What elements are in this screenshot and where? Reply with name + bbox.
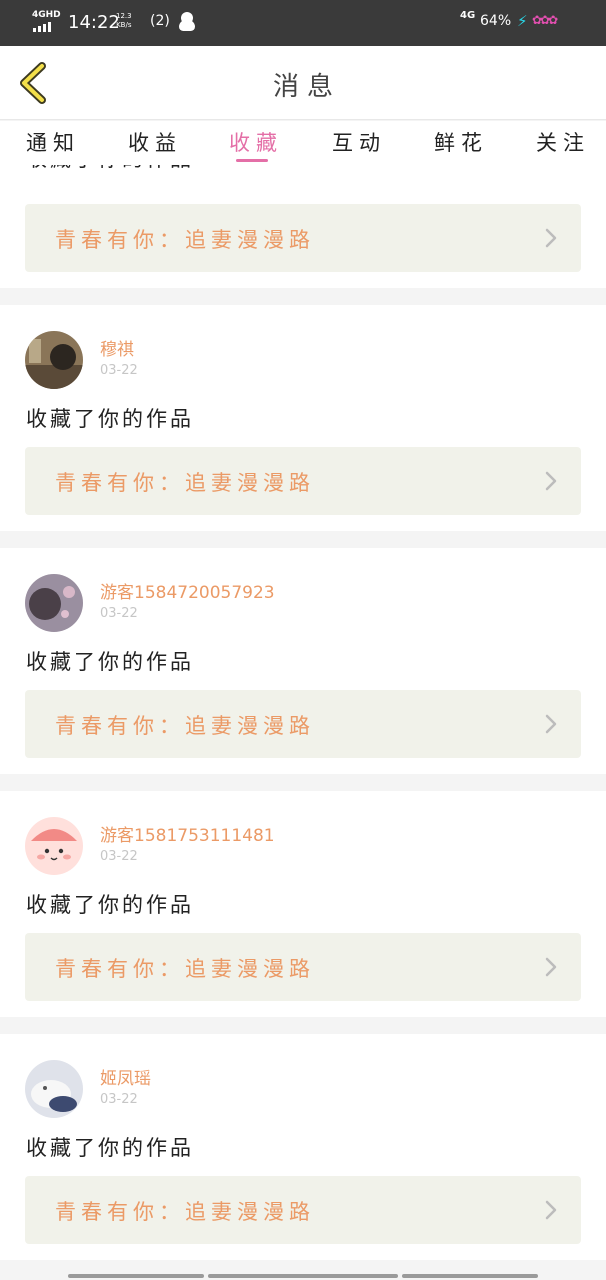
tab-earnings[interactable]: 收益 xyxy=(128,127,182,157)
active-tab-indicator xyxy=(236,159,268,162)
date: 03-22 xyxy=(100,363,138,378)
list-item: 游客1581753111481 03-22 收藏了你的作品 青春有你：追妻漫漫路 xyxy=(0,791,606,1017)
tab-flowers[interactable]: 鲜花 xyxy=(434,127,488,157)
work-title: 青春有你：追妻漫漫路 xyxy=(55,471,315,495)
action-text: 收藏了你的作品 xyxy=(26,165,194,173)
speed-unit: KB/s xyxy=(116,21,132,29)
avatar[interactable] xyxy=(25,817,83,875)
bottom-scroll-bars xyxy=(0,1274,606,1280)
username[interactable]: 游客1584720057923 xyxy=(100,578,275,603)
network-speed: 12.3 KB/s xyxy=(116,12,132,30)
tab-bar: 通知 收益 收藏 互动 鲜花 关注 xyxy=(0,121,606,165)
avatar[interactable] xyxy=(25,574,83,632)
work-title: 青春有你：追妻漫漫路 xyxy=(55,957,315,981)
work-link[interactable]: 青春有你：追妻漫漫路 xyxy=(25,447,581,515)
work-title: 青春有你：追妻漫漫路 xyxy=(55,228,315,252)
username[interactable]: 穆祺 xyxy=(100,335,134,360)
signal-icon: 4GHD xyxy=(32,10,61,34)
action-text: 收藏了你的作品 xyxy=(26,1136,194,1160)
date: 03-22 xyxy=(100,606,138,621)
list-item: 穆祺 03-22 收藏了你的作品 青春有你：追妻漫漫路 xyxy=(0,305,606,531)
favorites-list[interactable]: 收藏了你的作品 青春有你：追妻漫漫路 穆祺 03-22 收藏了你的作品 青春有你… xyxy=(0,165,606,1280)
tab-notifications[interactable]: 通知 xyxy=(26,127,80,157)
action-text: 收藏了你的作品 xyxy=(26,407,194,431)
avatar[interactable] xyxy=(25,1060,83,1118)
app-header: 消息 xyxy=(0,46,606,120)
lightning-icon: ⚡ xyxy=(517,12,528,30)
qq-icon xyxy=(178,12,196,32)
date: 03-22 xyxy=(100,849,138,864)
work-link[interactable]: 青春有你：追妻漫漫路 xyxy=(25,690,581,758)
network-type: 4GHD xyxy=(32,10,61,20)
avatar[interactable] xyxy=(25,331,83,389)
tab-favorites[interactable]: 收藏 xyxy=(229,127,283,157)
work-link[interactable]: 青春有你：追妻漫漫路 xyxy=(25,204,581,272)
list-item: 姬凤瑶 03-22 收藏了你的作品 青春有你：追妻漫漫路 xyxy=(0,1034,606,1260)
chevron-right-icon xyxy=(545,471,557,491)
action-text: 收藏了你的作品 xyxy=(26,893,194,917)
username[interactable]: 姬凤瑶 xyxy=(100,1064,151,1089)
action-text: 收藏了你的作品 xyxy=(26,650,194,674)
tab-interactions[interactable]: 互动 xyxy=(332,127,386,157)
chevron-right-icon xyxy=(545,957,557,977)
nfc-icon: (2) xyxy=(150,13,170,29)
decoration-icon: ✿✿✿ xyxy=(532,13,558,27)
battery-level: 64% xyxy=(480,13,512,29)
username[interactable]: 游客1581753111481 xyxy=(100,821,275,846)
work-title: 青春有你：追妻漫漫路 xyxy=(55,714,315,738)
network-right: 4G xyxy=(460,10,476,21)
work-title: 青春有你：追妻漫漫路 xyxy=(55,1200,315,1224)
status-bar: 4GHD 14:22 12.3 KB/s (2) 4G 64% ⚡ ✿✿✿ xyxy=(0,0,606,46)
work-link[interactable]: 青春有你：追妻漫漫路 xyxy=(25,933,581,1001)
tab-follows[interactable]: 关注 xyxy=(536,127,590,157)
list-item: 收藏了你的作品 青春有你：追妻漫漫路 xyxy=(0,165,606,288)
chevron-right-icon xyxy=(545,714,557,734)
status-time: 14:22 xyxy=(68,12,120,33)
chevron-right-icon xyxy=(545,1200,557,1220)
chevron-right-icon xyxy=(545,228,557,248)
speed-value: 12.3 xyxy=(116,12,132,20)
work-link[interactable]: 青春有你：追妻漫漫路 xyxy=(25,1176,581,1244)
date: 03-22 xyxy=(100,1092,138,1107)
page-title: 消息 xyxy=(272,72,341,102)
list-item: 游客1584720057923 03-22 收藏了你的作品 青春有你：追妻漫漫路 xyxy=(0,548,606,774)
